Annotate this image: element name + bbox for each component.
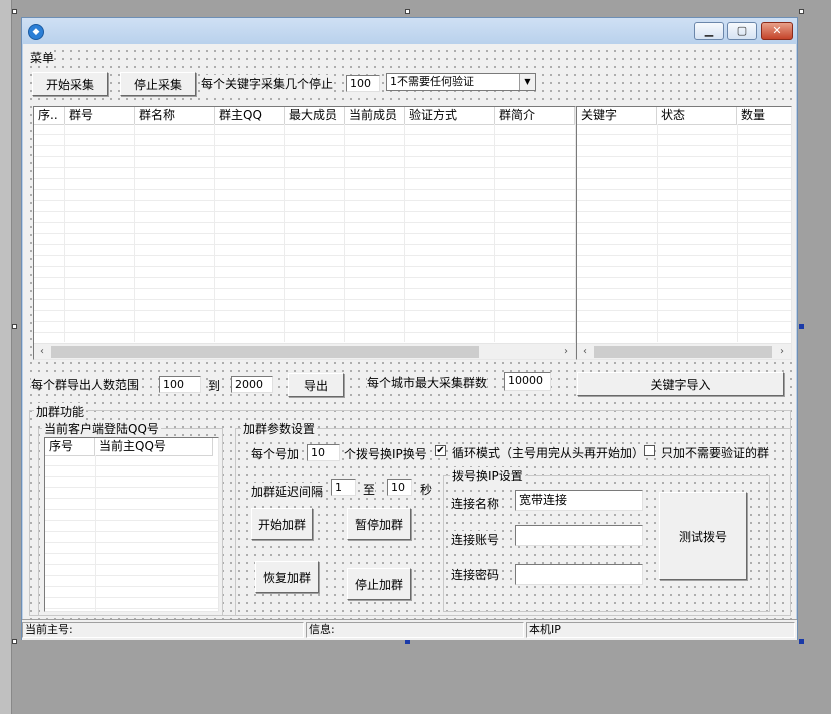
resume-join-button[interactable]: 恢复加群 (255, 561, 319, 593)
chevron-down-icon[interactable]: ▼ (519, 74, 535, 90)
app-window: ◆ ▁ ▢ ✕ 菜单 开始采集 停止采集 每个关键字采集几个停止 100 1不需… (21, 17, 798, 640)
delay-to-input[interactable]: 10 (387, 479, 412, 496)
join-params-title: 加群参数设置 (241, 420, 318, 437)
delay-unit-label: 秒 (420, 481, 433, 498)
start-join-button[interactable]: 开始加群 (251, 508, 313, 540)
column-header[interactable]: 状态 (657, 107, 737, 124)
title-bar: ◆ ▁ ▢ ✕ (22, 18, 797, 44)
test-dial-button[interactable]: 测试拨号 (659, 492, 747, 580)
column-header[interactable]: 群简介 (495, 107, 575, 124)
column-header[interactable]: 群号 (65, 107, 135, 124)
export-from-input[interactable]: 100 (159, 376, 201, 393)
city-max-label: 每个城市最大采集群数 (367, 374, 488, 391)
conn-account-label: 连接账号 (451, 531, 500, 548)
conn-password-input[interactable] (515, 564, 643, 585)
menu-item[interactable]: 菜单 (30, 49, 55, 66)
switch-ip-label: 个拨号换IP换号 (344, 445, 427, 462)
horizontal-scrollbar[interactable]: ‹ › (577, 343, 791, 359)
keyword-table[interactable]: 关键字 状态 数量 ‹ › (576, 106, 792, 360)
per-number-label: 每个号加 (251, 445, 300, 462)
column-header[interactable]: 序.. (34, 107, 65, 124)
keyword-table-header: 关键字 状态 数量 (577, 107, 791, 125)
no-verify-label: 只加不需要验证的群 (661, 444, 770, 461)
resize-handle[interactable] (799, 9, 804, 14)
group-table-header: 序.. 群号 群名称 群主QQ 最大成员 当前成员 验证方式 群简介 (34, 107, 575, 125)
conn-account-input[interactable] (515, 525, 643, 546)
scroll-thumb[interactable] (51, 346, 479, 358)
stop-join-button[interactable]: 停止加群 (347, 568, 411, 600)
verify-mode-value: 1不需要任何验证 (390, 75, 474, 88)
loop-mode-label: 循环模式（主号用完从头再开始加） (452, 444, 645, 461)
resize-handle[interactable] (12, 324, 17, 329)
horizontal-scrollbar[interactable]: ‹ › (34, 343, 575, 359)
join-group-title: 加群功能 (34, 403, 87, 420)
column-header[interactable]: 当前主QQ号 (95, 438, 213, 455)
resize-handle[interactable] (12, 639, 17, 644)
pause-join-button[interactable]: 暂停加群 (347, 508, 411, 540)
column-header[interactable]: 验证方式 (405, 107, 495, 124)
scroll-right-icon[interactable]: › (558, 344, 574, 359)
start-collect-button[interactable]: 开始采集 (32, 72, 108, 96)
per-keyword-input[interactable]: 100 (346, 75, 380, 92)
delay-to-label: 至 (363, 481, 376, 498)
loop-mode-checkbox[interactable]: ✔ (435, 445, 446, 456)
scroll-left-icon[interactable]: ‹ (34, 344, 50, 359)
resize-handle[interactable] (799, 639, 804, 644)
scroll-left-icon[interactable]: ‹ (577, 344, 593, 359)
status-bar: 当前主号: 信息: 本机IP (22, 619, 797, 640)
column-header[interactable]: 数量 (737, 107, 791, 124)
stop-collect-button[interactable]: 停止采集 (120, 72, 196, 96)
designer-side-panel (0, 0, 12, 714)
column-header[interactable]: 当前成员 (345, 107, 405, 124)
export-range-label: 每个群导出人数范围 (31, 376, 140, 393)
column-header[interactable]: 群主QQ (215, 107, 285, 124)
table-rows (577, 124, 791, 342)
local-ip-status: 本机IP (526, 622, 795, 638)
resize-handle[interactable] (799, 324, 804, 329)
resize-handle[interactable] (405, 9, 410, 14)
column-header[interactable]: 关键字 (577, 107, 657, 124)
delay-from-input[interactable]: 1 (331, 479, 356, 496)
per-number-input[interactable]: 10 (307, 444, 340, 461)
client-qq-title: 当前客户端登陆QQ号 (42, 420, 161, 437)
client-table-header: 序号 当前主QQ号 (45, 438, 213, 456)
keyword-import-button[interactable]: 关键字导入 (577, 372, 784, 396)
conn-password-label: 连接密码 (451, 566, 500, 583)
info-status: 信息: (306, 622, 524, 638)
table-rows (34, 124, 575, 342)
column-header[interactable]: 最大成员 (285, 107, 345, 124)
resize-handle[interactable] (12, 9, 17, 14)
per-keyword-label: 每个关键字采集几个停止 (201, 75, 334, 92)
verify-mode-select[interactable]: 1不需要任何验证 ▼ (386, 73, 536, 91)
to-label: 到 (208, 377, 221, 394)
group-table[interactable]: 序.. 群号 群名称 群主QQ 最大成员 当前成员 验证方式 群简介 ‹ › (33, 106, 576, 360)
app-icon: ◆ (28, 24, 44, 40)
conn-name-input[interactable]: 宽带连接 (515, 490, 643, 511)
minimize-button[interactable]: ▁ (694, 22, 724, 40)
conn-name-label: 连接名称 (451, 495, 500, 512)
maximize-button[interactable]: ▢ (727, 22, 757, 40)
export-to-input[interactable]: 2000 (231, 376, 273, 393)
current-main-status: 当前主号: (22, 622, 304, 638)
close-button[interactable]: ✕ (761, 22, 793, 40)
client-qq-table[interactable]: 序号 当前主QQ号 (44, 437, 219, 612)
dial-ip-title: 拨号换IP设置 (450, 467, 525, 484)
no-verify-checkbox[interactable] (644, 445, 655, 456)
column-header[interactable]: 序号 (45, 438, 95, 455)
scroll-right-icon[interactable]: › (774, 344, 790, 359)
scroll-thumb[interactable] (594, 346, 772, 358)
table-rows (45, 455, 218, 611)
delay-label: 加群延迟间隔 (251, 483, 324, 500)
city-max-input[interactable]: 10000 (504, 372, 551, 391)
export-button[interactable]: 导出 (288, 373, 344, 397)
column-header[interactable]: 群名称 (135, 107, 215, 124)
